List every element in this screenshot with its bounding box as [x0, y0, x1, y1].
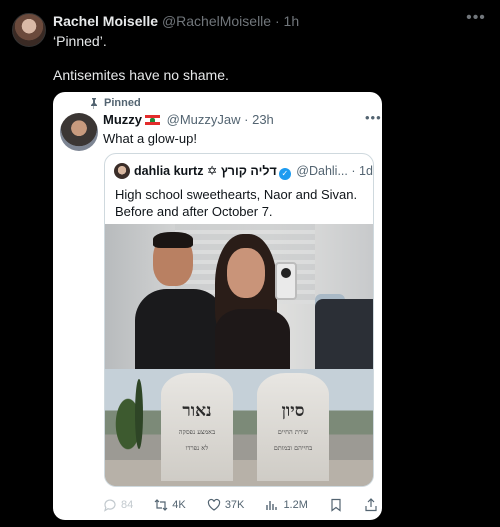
- outer-post-text-line2: Antisemites have no shame.: [53, 67, 229, 83]
- bookmark-action: [329, 498, 343, 512]
- views-count: 1.2M: [283, 499, 308, 511]
- quote-time: 1d: [359, 164, 373, 178]
- outer-post-text-line1: ‘Pinned’.: [53, 33, 107, 49]
- like-action: 37K: [207, 498, 245, 512]
- reply-icon: [104, 499, 116, 512]
- card-more-icon: •••: [365, 110, 382, 125]
- repost-icon: [154, 499, 168, 511]
- reply-count: 84: [121, 499, 134, 511]
- man-figure: [135, 232, 225, 369]
- repost-action: 4K: [154, 498, 186, 512]
- card-post-header: Muzzy @MuzzyJaw · 23h •••: [103, 110, 381, 127]
- cypress-tree: [135, 379, 143, 449]
- gravestone-right-line1: שירת החיים: [277, 428, 309, 436]
- couple-photo: [105, 224, 373, 369]
- gravestone-left-name: נאור: [182, 401, 212, 421]
- quote-text: High school sweethearts, Naor and Sivan.…: [115, 187, 358, 219]
- chair: [315, 299, 373, 369]
- lebanon-flag-icon: [145, 115, 160, 125]
- quote-handle: @Dahli...: [296, 164, 348, 178]
- card-separator: ·: [244, 112, 249, 127]
- share-action: [364, 498, 378, 512]
- gravestone-right: סיון שירת החיים בחייהם ובמותם: [257, 373, 329, 481]
- card-post-text: What a glow-up!: [103, 131, 197, 146]
- ground: [105, 460, 373, 486]
- verified-badge-icon: ✓: [278, 168, 291, 180]
- outer-separator: ·: [274, 13, 280, 29]
- gravestone-left-line1: באמצע נפסקה: [178, 428, 216, 436]
- quote-display-name: dahlia kurtz ✡ דליה קורץ: [134, 164, 277, 178]
- like-count: 37K: [224, 499, 245, 511]
- outer-handle[interactable]: @RachelMoiselle: [162, 13, 271, 29]
- gravestone-left: נאור באמצע נפסקה לא נפרדו: [161, 373, 233, 481]
- pinned-indicator: Pinned: [89, 97, 141, 109]
- outer-time[interactable]: 1h: [284, 13, 300, 29]
- outer-avatar[interactable]: [12, 13, 46, 47]
- card-display-name: Muzzy: [103, 112, 142, 127]
- share-icon: [365, 498, 377, 512]
- heart-icon: [207, 498, 220, 511]
- gravestone-left-line2: לא נפרדו: [185, 444, 209, 452]
- card-handle: @MuzzyJaw: [166, 112, 241, 127]
- graves-photo: נאור באמצע נפסקה לא נפרדו סיון שירת החיי…: [105, 369, 373, 486]
- quote-separator: ·: [351, 164, 356, 178]
- repost-count: 4K: [172, 499, 186, 511]
- gravestone-right-name: סיון: [281, 401, 305, 421]
- card-action-bar: 84 4K 37K 1.2M: [103, 497, 378, 513]
- card-time: 23h: [252, 112, 274, 127]
- phone: [275, 262, 297, 300]
- embedded-screenshot-card[interactable]: Pinned Muzzy @MuzzyJaw · 23h ••• What a …: [53, 92, 382, 520]
- views-icon: [266, 501, 278, 510]
- card-avatar: [60, 113, 98, 151]
- outer-post[interactable]: Rachel Moiselle @RachelMoiselle · 1h •••…: [0, 0, 500, 527]
- outer-post-header: Rachel Moiselle @RachelMoiselle · 1h: [53, 13, 299, 29]
- woman-figure: [215, 234, 315, 369]
- quote-header: dahlia kurtz ✡ דליה קורץ ✓ @Dahli... · 1d: [134, 163, 373, 180]
- views-action: 1.2M: [265, 498, 308, 512]
- gravestone-right-line2: בחייהם ובמותם: [273, 444, 313, 452]
- quoted-post: dahlia kurtz ✡ דליה קורץ ✓ @Dahli... · 1d…: [104, 153, 374, 487]
- more-horizontal-icon[interactable]: •••: [466, 10, 486, 26]
- quote-avatar: [114, 163, 130, 179]
- pin-icon: [91, 97, 97, 109]
- outer-display-name[interactable]: Rachel Moiselle: [53, 13, 158, 29]
- bookmark-icon: [331, 498, 341, 512]
- pinned-label: Pinned: [104, 97, 141, 109]
- reply-action: 84: [103, 498, 133, 512]
